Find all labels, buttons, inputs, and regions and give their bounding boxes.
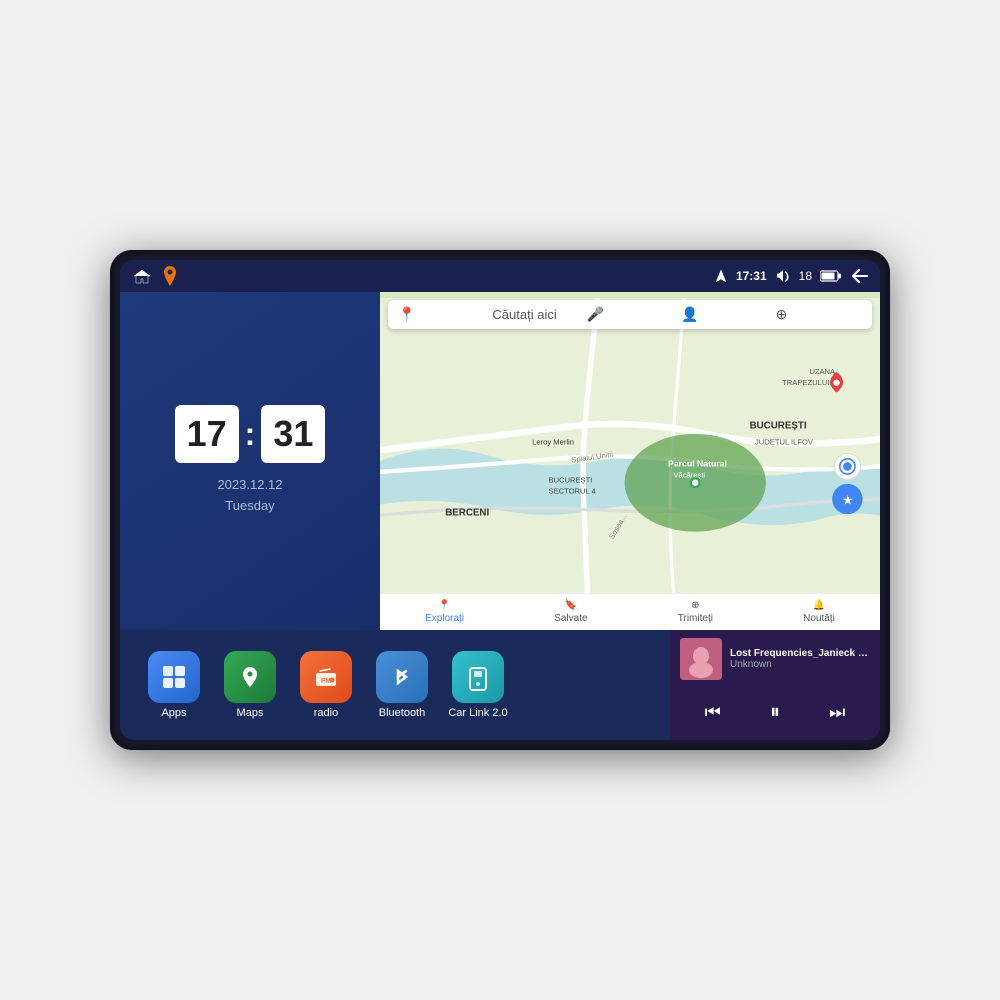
news-icon: 🔔 bbox=[813, 600, 825, 611]
back-icon[interactable] bbox=[850, 269, 868, 283]
day-value: Tuesday bbox=[217, 496, 282, 517]
home-icon[interactable] bbox=[132, 268, 152, 284]
signal-level: 18 bbox=[799, 269, 812, 283]
music-player: Lost Frequencies_Janieck Devy-... Unknow… bbox=[670, 630, 880, 740]
clock-colon: : bbox=[245, 416, 256, 453]
map-saved-tab[interactable]: 🔖 Salvate bbox=[554, 600, 587, 624]
layers-icon[interactable]: ⊕ bbox=[776, 306, 862, 323]
time-display: 17:31 bbox=[736, 269, 767, 283]
app-item-radio[interactable]: FM radio bbox=[292, 651, 360, 719]
next-button[interactable]: ⏭ bbox=[821, 698, 853, 727]
volume-icon[interactable] bbox=[775, 269, 791, 283]
svg-text:UZANA: UZANA bbox=[809, 367, 836, 376]
svg-text:Leroy Merlin: Leroy Merlin bbox=[532, 438, 574, 447]
map-bottom-bar: 📍 Explorați 🔖 Salvate ⊕ Trimiteți 🔔 bbox=[380, 593, 880, 630]
app-item-apps[interactable]: Apps bbox=[140, 651, 208, 719]
music-artist: Unknown bbox=[730, 659, 870, 670]
saved-icon: 🔖 bbox=[565, 600, 577, 611]
clock-display: 17 : 31 bbox=[175, 405, 326, 463]
map-share-tab[interactable]: ⊕ Trimiteți bbox=[678, 600, 713, 624]
app-item-carlink[interactable]: Car Link 2.0 bbox=[444, 651, 512, 719]
status-left-icons bbox=[132, 266, 178, 286]
map-search-bar[interactable]: 📍 Căutați aici 🎤 👤 ⊕ bbox=[388, 300, 872, 329]
app-item-bluetooth[interactable]: Bluetooth bbox=[368, 651, 436, 719]
svg-text:JUDEȚUL ILFOV: JUDEȚUL ILFOV bbox=[755, 438, 814, 447]
explore-icon: 📍 bbox=[438, 600, 450, 611]
car-screen-device: 17:31 18 bbox=[110, 250, 890, 750]
map-pin-icon[interactable] bbox=[162, 266, 178, 286]
bluetooth-label: Bluetooth bbox=[379, 707, 425, 719]
maps-icon bbox=[224, 651, 276, 703]
svg-text:BUCUREȘTI: BUCUREȘTI bbox=[548, 476, 592, 485]
map-explore-tab[interactable]: 📍 Explorați bbox=[425, 600, 464, 624]
radio-label: radio bbox=[314, 707, 338, 719]
explore-label: Explorați bbox=[425, 613, 464, 624]
saved-label: Salvate bbox=[554, 613, 587, 624]
account-icon[interactable]: 👤 bbox=[681, 306, 767, 323]
clock-panel: 17 : 31 2023.12.12 Tuesday bbox=[120, 292, 380, 630]
carlink-icon bbox=[452, 651, 504, 703]
share-label: Trimiteți bbox=[678, 613, 713, 624]
screen: 17:31 18 bbox=[120, 260, 880, 740]
share-icon: ⊕ bbox=[691, 600, 699, 611]
map-news-tab[interactable]: 🔔 Noutăți bbox=[803, 600, 835, 624]
music-title: Lost Frequencies_Janieck Devy-... bbox=[730, 648, 870, 659]
svg-text:★: ★ bbox=[842, 492, 854, 507]
bluetooth-icon bbox=[376, 651, 428, 703]
svg-text:SECTORUL 4: SECTORUL 4 bbox=[548, 487, 595, 496]
apps-icon bbox=[148, 651, 200, 703]
apps-section: Apps Maps bbox=[120, 651, 670, 719]
news-label: Noutăți bbox=[803, 613, 835, 624]
status-right-icons: 17:31 18 bbox=[714, 269, 868, 283]
music-controls: ⏮ ⏸ ⏭ bbox=[680, 693, 870, 732]
apps-music-row: Apps Maps bbox=[120, 630, 880, 740]
clock-hours: 17 bbox=[175, 405, 239, 463]
gps-icon bbox=[714, 269, 728, 283]
apps-label: Apps bbox=[161, 707, 186, 719]
svg-text:BERCENI: BERCENI bbox=[445, 507, 489, 518]
clock-minutes: 31 bbox=[261, 405, 325, 463]
top-row: 17 : 31 2023.12.12 Tuesday bbox=[120, 292, 880, 630]
app-item-maps[interactable]: Maps bbox=[216, 651, 284, 719]
date-value: 2023.12.12 bbox=[217, 475, 282, 496]
prev-button[interactable]: ⏮ bbox=[697, 698, 729, 727]
date-display: 2023.12.12 Tuesday bbox=[217, 475, 282, 517]
search-text: Căutați aici bbox=[492, 307, 578, 322]
battery-icon bbox=[820, 270, 842, 282]
map-pin-search-icon: 📍 bbox=[398, 306, 484, 323]
svg-text:Parcul Natural: Parcul Natural bbox=[668, 458, 727, 468]
mic-icon[interactable]: 🎤 bbox=[587, 306, 673, 323]
main-content: 17 : 31 2023.12.12 Tuesday bbox=[120, 292, 880, 740]
map-panel[interactable]: Parcul Natural Văcărești BUCUREȘTI JUDEȚ… bbox=[380, 292, 880, 630]
album-art bbox=[680, 638, 722, 680]
music-info: Lost Frequencies_Janieck Devy-... Unknow… bbox=[680, 638, 870, 680]
svg-text:BUCUREȘTI: BUCUREȘTI bbox=[750, 420, 807, 431]
radio-icon: FM bbox=[300, 651, 352, 703]
maps-label: Maps bbox=[237, 707, 264, 719]
carlink-label: Car Link 2.0 bbox=[448, 707, 507, 719]
map-svg: Parcul Natural Văcărești BUCUREȘTI JUDEȚ… bbox=[380, 292, 880, 630]
music-details: Lost Frequencies_Janieck Devy-... Unknow… bbox=[730, 648, 870, 670]
status-bar: 17:31 18 bbox=[120, 260, 880, 292]
play-pause-button[interactable]: ⏸ bbox=[762, 697, 788, 728]
svg-text:TRAPEZULUI: TRAPEZULUI bbox=[782, 378, 829, 387]
svg-text:Văcărești: Văcărești bbox=[673, 470, 705, 479]
